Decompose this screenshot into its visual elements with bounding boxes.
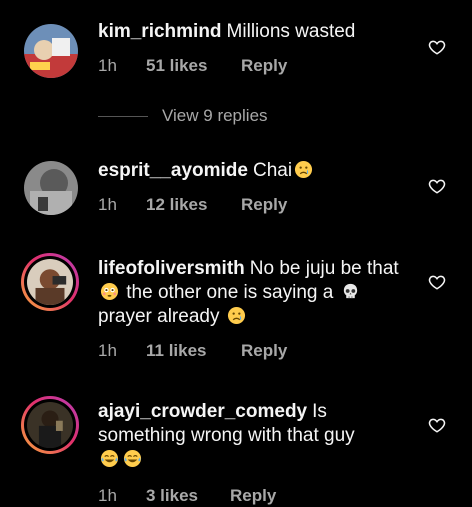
tears-of-joy-emoji: [100, 449, 119, 468]
avatar-story-ring[interactable]: [21, 396, 79, 454]
avatar-image: [27, 259, 73, 305]
crying-face-emoji: [227, 306, 245, 325]
comment-likes[interactable]: 51 likes: [146, 56, 241, 76]
comment-body: esprit__ayomide Chai 1h 12 likes Reply: [98, 159, 416, 215]
reply-button[interactable]: Reply: [241, 56, 287, 76]
comment-text-line: kim_richmind Millions wasted: [98, 20, 416, 44]
comment-time: 1h: [98, 486, 117, 505]
comment-time: 1h: [98, 341, 117, 360]
comment-username[interactable]: lifeofoliversmith: [98, 258, 245, 279]
reply-button[interactable]: Reply: [241, 195, 287, 215]
view-replies-button[interactable]: View 9 replies: [98, 106, 268, 126]
view-replies-label: View 9 replies: [162, 106, 268, 125]
heart-outline-icon[interactable]: [428, 273, 446, 291]
heart-outline-icon[interactable]: [428, 177, 446, 195]
avatar-image: [24, 161, 78, 215]
comment-username[interactable]: ajayi_crowder_comedy: [98, 401, 307, 422]
comment-meta: 1h 11 likes Reply: [98, 341, 416, 361]
avatar[interactable]: [24, 161, 78, 215]
comment-time: 1h: [98, 56, 117, 75]
comment-likes[interactable]: 11 likes: [146, 341, 241, 361]
reply-button[interactable]: Reply: [230, 486, 276, 506]
tears-of-joy-emoji: [123, 449, 142, 468]
comment-username[interactable]: esprit__ayomide: [98, 160, 248, 181]
reply-button[interactable]: Reply: [241, 341, 287, 361]
avatar: [24, 399, 76, 451]
comment-text: prayer already: [98, 306, 220, 327]
comment-text-line: ajayi_crowder_comedy Is something wrong w…: [98, 400, 416, 472]
comment-text: No be juju be that: [249, 258, 399, 279]
skull-emoji: [343, 283, 357, 299]
heart-outline-icon[interactable]: [428, 416, 446, 434]
comment-username[interactable]: kim_richmind: [98, 21, 222, 42]
avatar[interactable]: [24, 24, 78, 78]
comment-meta: 1h 12 likes Reply: [98, 195, 416, 215]
comment-meta: 1h 51 likes Reply: [98, 56, 416, 76]
heart-outline-icon[interactable]: [428, 38, 446, 56]
divider-line: [98, 115, 148, 117]
comment-text: the other one is saying a: [126, 282, 334, 303]
comment-body: ajayi_crowder_comedy Is something wrong w…: [98, 400, 416, 506]
avatar-image: [24, 24, 78, 78]
flushed-face-emoji: [100, 282, 119, 301]
comment-body: kim_richmind Millions wasted 1h 51 likes …: [98, 20, 416, 76]
comment-likes[interactable]: 12 likes: [146, 195, 241, 215]
avatar: [24, 256, 76, 308]
avatar-story-ring[interactable]: [21, 253, 79, 311]
comment-text: Chai: [252, 160, 293, 181]
comment-time: 1h: [98, 195, 117, 214]
comment-body: lifeofoliversmith No be juju be that the …: [98, 257, 416, 361]
comment-meta: 1h 3 likes Reply: [98, 486, 416, 506]
comment-text-line: esprit__ayomide Chai: [98, 159, 416, 183]
comment-text-line: lifeofoliversmith No be juju be that the …: [98, 257, 416, 329]
comment-text: Millions wasted: [226, 21, 356, 42]
avatar-image: [27, 402, 73, 448]
crying-face-emoji: [294, 160, 313, 179]
comment-likes[interactable]: 3 likes: [146, 486, 230, 506]
